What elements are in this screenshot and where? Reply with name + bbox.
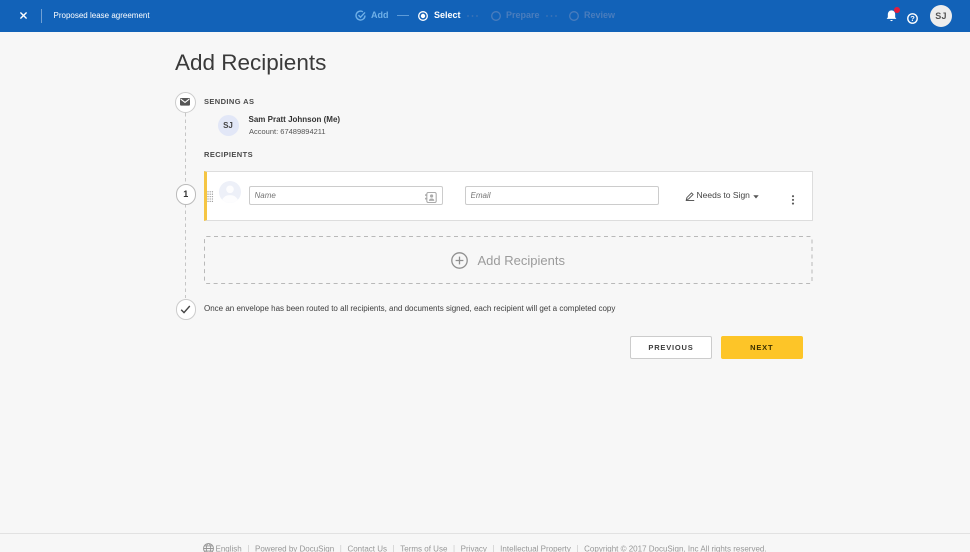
svg-text:?: ? bbox=[910, 14, 915, 23]
